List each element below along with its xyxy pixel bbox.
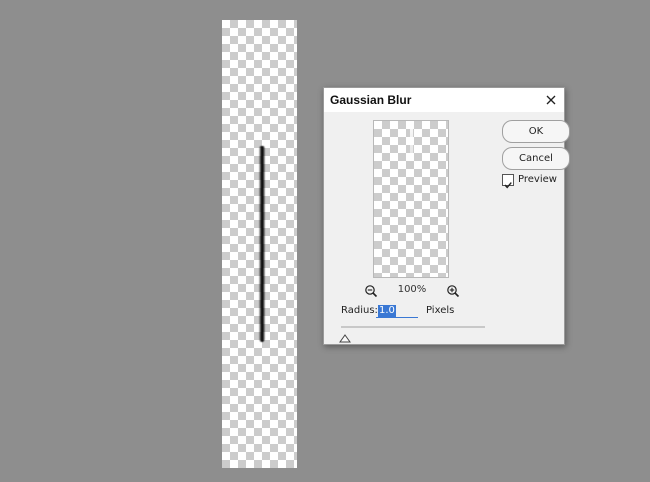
zoom-out-icon	[365, 285, 378, 298]
preview-stroke	[410, 123, 413, 159]
gaussian-blur-dialog: Gaussian Blur 100% Radius: 1.0 Pixels	[323, 87, 570, 345]
brush-stroke	[259, 146, 265, 342]
ok-button[interactable]: OK	[502, 120, 570, 143]
preview-pane[interactable]	[373, 120, 449, 278]
checkmark-icon	[504, 182, 512, 189]
slider-thumb-icon	[339, 334, 351, 343]
zoom-in-icon	[447, 285, 460, 298]
close-icon	[546, 95, 556, 105]
preview-label: Preview	[518, 174, 557, 185]
radius-unit: Pixels	[426, 305, 455, 316]
zoom-out-button[interactable]	[364, 283, 378, 298]
dialog-titlebar[interactable]: Gaussian Blur	[324, 88, 564, 112]
radius-slider-track[interactable]	[341, 326, 485, 328]
preview-checkbox[interactable]	[502, 174, 514, 189]
close-button[interactable]	[542, 91, 560, 109]
zoom-level: 100%	[397, 284, 427, 295]
cancel-button[interactable]: Cancel	[502, 147, 570, 170]
radius-input[interactable]	[376, 303, 418, 318]
radius-slider-thumb[interactable]	[339, 328, 351, 343]
document-canvas[interactable]	[222, 20, 297, 468]
radius-label: Radius:	[341, 305, 378, 316]
dialog-title: Gaussian Blur	[330, 93, 412, 107]
zoom-in-button[interactable]	[446, 283, 460, 298]
